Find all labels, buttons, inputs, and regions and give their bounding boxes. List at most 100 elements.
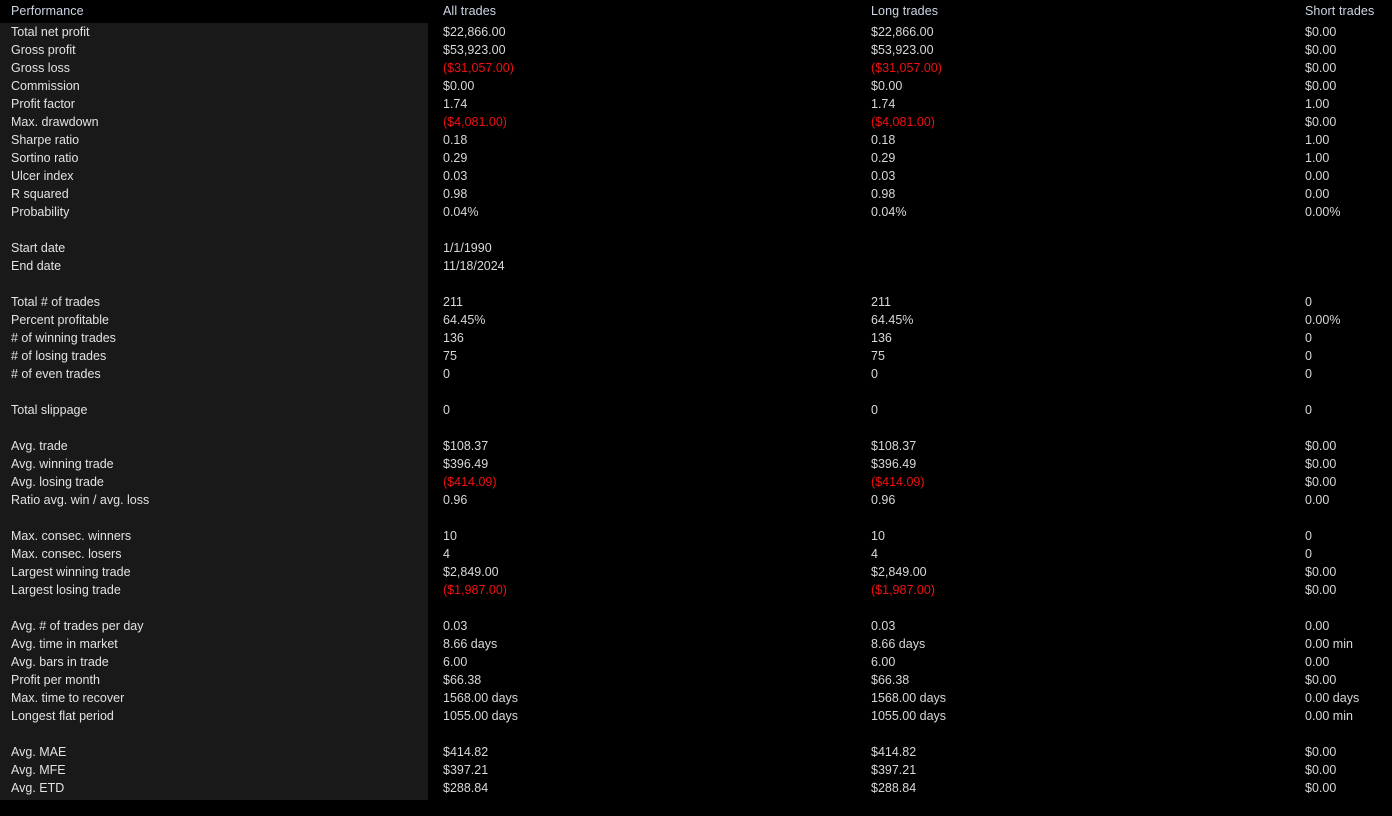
metric-label: Profit factor xyxy=(11,97,75,111)
value-short-trades: $0.00 xyxy=(1305,673,1337,687)
metric-label: Profit per month xyxy=(11,673,100,687)
value-long-trades: 64.45% xyxy=(871,313,914,327)
column-header-short-trades[interactable]: Short trades xyxy=(1305,4,1374,18)
table-row[interactable]: Avg. MAE $414.82 $414.82 $0.00 xyxy=(0,743,1392,761)
metric-label: Ulcer index xyxy=(11,169,74,183)
table-row[interactable]: Avg. time in market 8.66 days 8.66 days 0.0… xyxy=(0,635,1392,653)
table-row[interactable]: Avg. winning trade $396.49 $396.49 $0.00 xyxy=(0,455,1392,473)
value-long-trades: $108.37 xyxy=(871,439,917,453)
column-header-all-trades[interactable]: All trades xyxy=(443,4,496,18)
value-all-trades: 10 xyxy=(443,529,457,543)
table-row[interactable]: Gross profit $53,923.00 $53,923.00 $0.00 xyxy=(0,41,1392,59)
table-row[interactable]: Longest flat period 1055.00 days 1055.00 d… xyxy=(0,707,1392,725)
table-row[interactable]: Avg. losing trade ($414.09) ($414.09) $0.00 xyxy=(0,473,1392,491)
value-short-trades: $0.00 xyxy=(1305,565,1337,579)
table-row[interactable]: Avg. # of trades per day 0.03 0.03 0.00 xyxy=(0,617,1392,635)
table-row[interactable]: Start date 1/1/1990 xyxy=(0,239,1392,257)
table-row[interactable]: Profit factor 1.74 1.74 1.00 xyxy=(0,95,1392,113)
table-row[interactable]: Largest winning trade $2,849.00 $2,849.00 $… xyxy=(0,563,1392,581)
table-row[interactable]: Profit per month $66.38 $66.38 $0.00 xyxy=(0,671,1392,689)
metric-label: Commission xyxy=(11,79,80,93)
value-all-trades: $0.00 xyxy=(443,79,475,93)
value-long-trades: 0 xyxy=(871,367,878,381)
value-short-trades: $0.00 xyxy=(1305,745,1337,759)
metric-label: Largest winning trade xyxy=(11,565,131,579)
table-row[interactable]: Ratio avg. win / avg. loss 0.96 0.96 0.00 xyxy=(0,491,1392,509)
value-long-trades: 1055.00 days xyxy=(871,709,947,723)
table-row[interactable]: Avg. MFE $397.21 $397.21 $0.00 xyxy=(0,761,1392,779)
table-row[interactable]: Avg. trade $108.37 $108.37 $0.00 xyxy=(0,437,1392,455)
value-all-trades: 136 xyxy=(443,331,464,345)
column-header-performance[interactable]: Performance xyxy=(11,4,84,18)
table-header-row: Performance All trades Long trades Short… xyxy=(0,0,1392,23)
value-long-trades: $53,923.00 xyxy=(871,43,934,57)
metric-label: Probability xyxy=(11,205,70,219)
value-all-trades: 0.98 xyxy=(443,187,468,201)
value-long-trades: ($414.09) xyxy=(871,475,925,489)
table-row[interactable]: Avg. ETD $288.84 $288.84 $0.00 xyxy=(0,779,1392,797)
value-long-trades: 0.96 xyxy=(871,493,896,507)
metric-label: Avg. losing trade xyxy=(11,475,104,489)
table-row[interactable]: Ulcer index 0.03 0.03 0.00 xyxy=(0,167,1392,185)
table-row[interactable]: Total slippage 0 0 0 xyxy=(0,401,1392,419)
value-all-trades: 0 xyxy=(443,403,450,417)
value-all-trades: 0.96 xyxy=(443,493,468,507)
table-row[interactable]: Commission $0.00 $0.00 $0.00 xyxy=(0,77,1392,95)
table-row[interactable]: Max. consec. winners 10 10 0 xyxy=(0,527,1392,545)
value-short-trades: 0 xyxy=(1305,529,1312,543)
value-all-trades: $22,866.00 xyxy=(443,25,506,39)
metric-label: Max. consec. losers xyxy=(11,547,122,561)
table-row[interactable]: Total net profit $22,866.00 $22,866.00 $0.0… xyxy=(0,23,1392,41)
table-row[interactable]: Max. consec. losers 4 4 0 xyxy=(0,545,1392,563)
table-row[interactable]: # of winning trades 136 136 0 xyxy=(0,329,1392,347)
metric-label: # of even trades xyxy=(11,367,101,381)
table-row[interactable]: # of losing trades 75 75 0 xyxy=(0,347,1392,365)
value-short-trades: 0.00 xyxy=(1305,619,1330,633)
table-row[interactable]: Sortino ratio 0.29 0.29 1.00 xyxy=(0,149,1392,167)
table-row[interactable]: Largest losing trade ($1,987.00) ($1,987.0… xyxy=(0,581,1392,599)
value-short-trades: $0.00 xyxy=(1305,25,1337,39)
table-row[interactable]: R squared 0.98 0.98 0.00 xyxy=(0,185,1392,203)
metric-label: Start date xyxy=(11,241,66,255)
table-row[interactable]: Percent profitable 64.45% 64.45% 0.00% xyxy=(0,311,1392,329)
table-row[interactable]: Max. drawdown ($4,081.00) ($4,081.00) $0.00 xyxy=(0,113,1392,131)
metric-label: Sharpe ratio xyxy=(11,133,80,147)
value-long-trades: 0.98 xyxy=(871,187,896,201)
value-short-trades: 0 xyxy=(1305,547,1312,561)
value-long-trades: 0 xyxy=(871,403,878,417)
table-row[interactable]: Probability 0.04% 0.04% 0.00% xyxy=(0,203,1392,221)
value-short-trades: 0.00 xyxy=(1305,493,1330,507)
table-row[interactable]: Avg. bars in trade 6.00 6.00 0.00 xyxy=(0,653,1392,671)
value-all-trades: $414.82 xyxy=(443,745,489,759)
value-long-trades: 0.03 xyxy=(871,169,896,183)
column-header-long-trades[interactable]: Long trades xyxy=(871,4,938,18)
value-long-trades: 211 xyxy=(871,295,891,309)
value-all-trades: 0.03 xyxy=(443,619,468,633)
metric-label: Max. time to recover xyxy=(11,691,125,705)
value-all-trades: 1055.00 days xyxy=(443,709,519,723)
value-short-trades: 0 xyxy=(1305,331,1312,345)
value-short-trades: 0.00% xyxy=(1305,205,1341,219)
value-long-trades: $397.21 xyxy=(871,763,917,777)
value-long-trades: 136 xyxy=(871,331,892,345)
value-long-trades: ($1,987.00) xyxy=(871,583,935,597)
table-row[interactable]: Sharpe ratio 0.18 0.18 1.00 xyxy=(0,131,1392,149)
value-all-trades: ($4,081.00) xyxy=(443,115,507,129)
value-short-trades: $0.00 xyxy=(1305,79,1337,93)
table-row[interactable]: # of even trades 0 0 0 xyxy=(0,365,1392,383)
value-long-trades: $396.49 xyxy=(871,457,917,471)
metric-label: # of losing trades xyxy=(11,349,107,363)
value-long-trades: $66.38 xyxy=(871,673,910,687)
table-row[interactable]: End date 11/18/2024 xyxy=(0,257,1392,275)
value-all-trades: $66.38 xyxy=(443,673,482,687)
table-row[interactable]: Max. time to recover 1568.00 days 1568.00 … xyxy=(0,689,1392,707)
value-short-trades: 0 xyxy=(1305,367,1312,381)
metric-label: Total net profit xyxy=(11,25,90,39)
table-row[interactable]: Total # of trades 211 211 0 xyxy=(0,293,1392,311)
value-short-trades: $0.00 xyxy=(1305,61,1337,75)
metric-label: Largest losing trade xyxy=(11,583,121,597)
value-all-trades: 8.66 days xyxy=(443,637,498,651)
table-row[interactable]: Gross loss ($31,057.00) ($31,057.00) $0.00 xyxy=(0,59,1392,77)
